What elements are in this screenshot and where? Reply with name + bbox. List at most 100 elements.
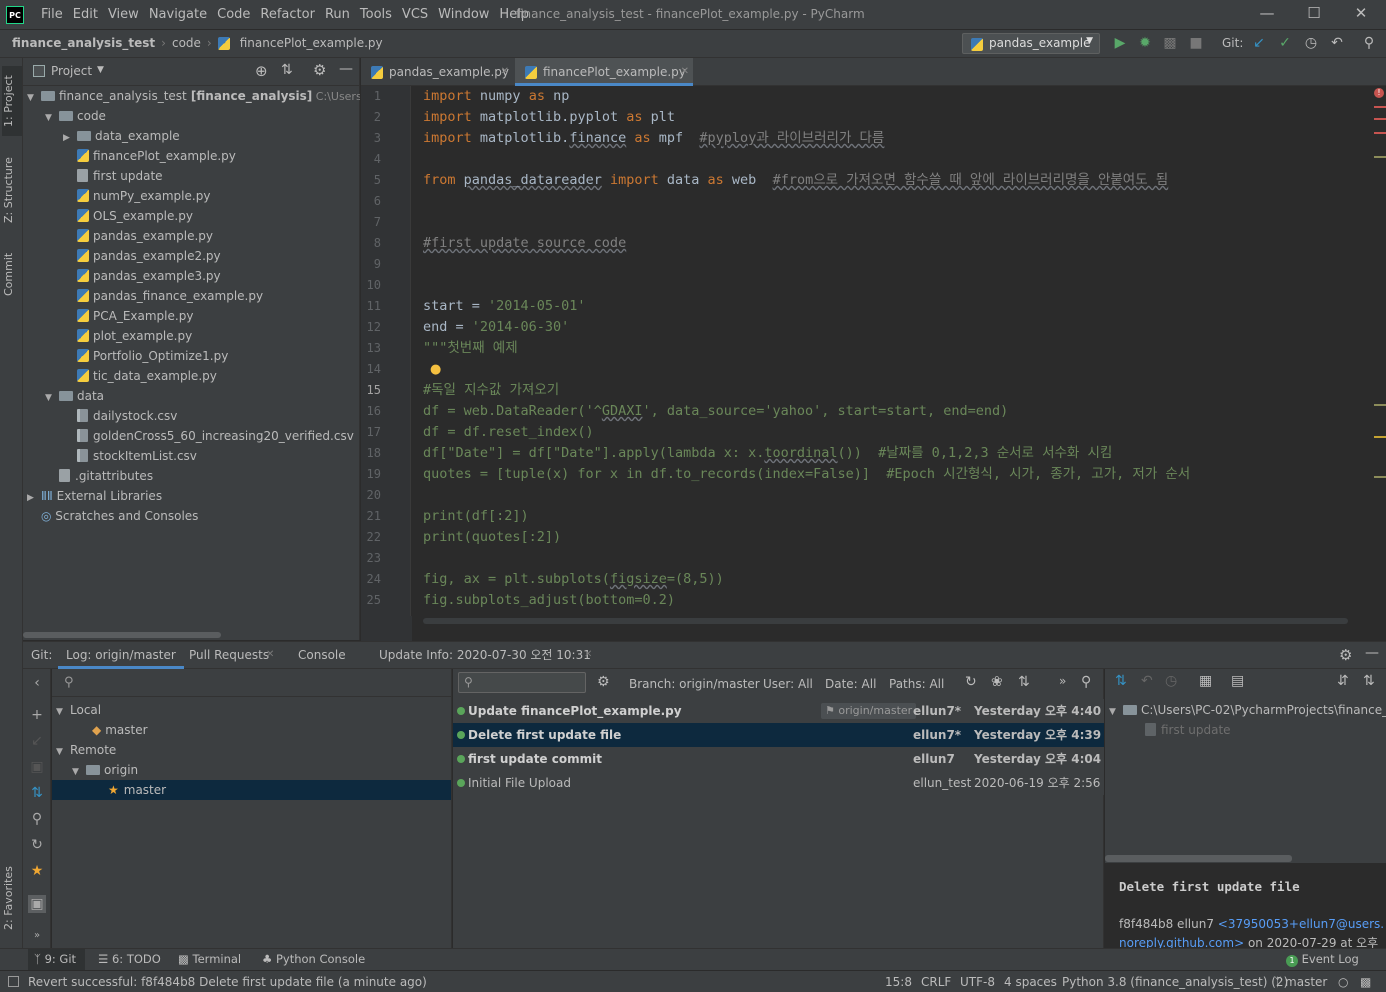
branch-remote-origin[interactable]: ▼ origin [72,760,138,780]
branch-local-master[interactable]: ◆ master [92,720,148,740]
breadcrumb-project[interactable]: finance_analysis_test [12,36,155,50]
error-marker[interactable] [1374,118,1386,120]
file-encoding[interactable]: UTF-8 [960,975,995,989]
warning-marker[interactable] [1374,436,1386,438]
branch-search[interactable]: ⚲ [52,669,451,697]
locate-file-icon[interactable]: ⊕ [255,62,268,80]
expand-all-icon[interactable]: ⇵ [1337,673,1349,689]
hide-panel-icon[interactable]: — [1365,645,1379,661]
editor-horizontal-scrollbar[interactable] [423,618,1348,624]
tab-financeplot-example[interactable]: financePlot_example.py ✕ [515,58,693,86]
tree-item[interactable]: ▼ code [23,106,106,126]
log-search-input[interactable]: ⚲ [458,672,586,693]
commit-row[interactable]: first update commit ellun7 Yesterday 오후 4:… [453,747,1104,771]
more-icon[interactable]: » [1059,674,1066,688]
update-project-icon[interactable]: ↙ [1250,34,1268,52]
rollback-icon[interactable]: ↶ [1328,34,1346,52]
search-icon[interactable]: ⚲ [1360,34,1378,52]
tool-terminal[interactable]: ▩ Terminal [178,952,241,966]
commit-row[interactable]: Initial File Upload ellun_test 2020-06-19 … [453,771,1104,795]
tool-todo[interactable]: ☰ 6: TODO [98,952,161,966]
tab-pandas-example[interactable]: pandas_example.py ✕ [361,58,513,86]
breadcrumb-file[interactable]: financePlot_example.py [240,36,383,50]
error-indicator-icon[interactable]: ! [1374,88,1384,98]
tree-item[interactable]: pandas_example.py [23,226,213,246]
tree-item[interactable]: OLS_example.py [23,206,193,226]
gear-icon[interactable]: ⚙ [313,61,326,79]
close-tab-icon[interactable]: ✕ [681,58,689,86]
error-marker[interactable] [1374,106,1386,108]
revert-icon[interactable]: ↶ [1141,673,1153,689]
menu-navigate[interactable]: Navigate [144,7,212,22]
search-icon[interactable]: ⚲ [1081,674,1091,690]
breadcrumb-folder[interactable]: code [172,36,201,50]
menu-vcs[interactable]: VCS [397,7,433,22]
line-separator[interactable]: CRLF [921,975,951,989]
chevron-left-icon[interactable]: ‹ [28,674,46,692]
tree-item[interactable]: ▼ finance_analysis_test [finance_analysis… [23,86,360,106]
git-branch-widget[interactable]: ᛉ master [1274,975,1327,989]
history-icon[interactable]: ◷ [1302,34,1320,52]
tree-item[interactable]: plot_example.py [23,326,192,346]
warning-marker[interactable] [1374,156,1386,158]
tab-commit[interactable]: Commit [2,244,22,304]
warning-marker[interactable] [1374,404,1386,406]
group-by-icon[interactable]: ▦ [1199,673,1212,689]
minimize-icon[interactable]: — [1252,4,1282,24]
warning-marker[interactable] [1374,476,1386,478]
tree-item[interactable]: ▶ ⅡⅡ External Libraries [23,486,162,506]
menu-edit[interactable]: Edit [68,7,103,22]
tab-update-info[interactable]: Update Info: 2020-07-30 오전 10:31 [371,642,599,669]
tool-git[interactable]: ᛉ 9: Git [34,952,76,966]
toggle-tool-windows-icon[interactable] [8,976,19,987]
commit-row[interactable]: Update financePlot_example.py ⚑ origin/ma… [453,699,1104,723]
star-icon[interactable]: ★ [28,862,46,880]
changed-path[interactable]: ▼ C:\Users\PC-02\PycharmProjects\finance_ [1109,700,1386,720]
tree-item[interactable]: PCA_Example.py [23,306,193,326]
filter-paths[interactable]: Paths: All [889,677,944,691]
delete-icon[interactable]: ▣ [28,758,46,776]
tree-item[interactable]: pandas_finance_example.py [23,286,263,306]
refresh-icon[interactable]: ↻ [965,674,977,690]
memory-indicator-icon[interactable]: ▩ [1360,975,1371,989]
tree-item[interactable]: numPy_example.py [23,186,210,206]
gear-icon[interactable]: ⚙ [1339,646,1352,664]
run-configuration-select[interactable]: pandas_example ▼ [962,33,1100,54]
tree-item[interactable]: pandas_example3.py [23,266,221,286]
filter-branch[interactable]: Branch: origin/master [629,677,760,691]
filter-date[interactable]: Date: All [825,677,876,691]
tree-item[interactable]: financePlot_example.py [23,146,236,166]
tree-item[interactable]: dailystock.csv [23,406,177,426]
tab-pull-requests[interactable]: Pull Requests [181,642,277,669]
tool-python-console[interactable]: ♣ Python Console [262,952,365,966]
refresh-icon[interactable]: ↻ [28,836,46,854]
status-message[interactable]: Revert successful: f8f484b8 Delete first… [28,975,427,989]
search-icon[interactable]: ⚲ [28,810,46,828]
code-editor[interactable]: import numpy as np import matplotlib.pypl… [412,86,1374,616]
stop-icon[interactable]: ■ [1187,34,1205,52]
author-email-link[interactable]: <37950053+ellun7@users. [1218,917,1384,931]
tree-item[interactable]: pandas_example2.py [23,246,221,266]
layout-icon[interactable]: ▤ [1231,673,1244,689]
debug-icon[interactable]: ✹ [1136,34,1154,52]
menu-refactor[interactable]: Refactor [255,7,320,22]
indent-setting[interactable]: 4 spaces [1004,975,1057,989]
coverage-icon[interactable]: ▩ [1161,34,1179,52]
commit-row[interactable]: Delete first update file ellun7* Yesterday… [453,723,1104,747]
lightbulb-icon[interactable]: ● [430,362,441,377]
menu-view[interactable]: View [103,7,144,22]
close-tab-icon[interactable]: ✕ [501,58,509,86]
tree-item[interactable]: ◎ Scratches and Consoles [23,506,198,526]
filter-user[interactable]: User: All [763,677,813,691]
maximize-icon[interactable]: ☐ [1299,4,1329,24]
menu-code[interactable]: Code [212,7,255,22]
python-interpreter[interactable]: Python 3.8 (finance_analysis_test) (2) [1062,975,1288,989]
close-tab-icon[interactable]: ✕ [266,649,274,660]
tree-item[interactable]: ▼ data [23,386,104,406]
menu-tools[interactable]: Tools [355,7,397,22]
menu-window[interactable]: Window [433,7,494,22]
tree-item[interactable]: goldenCross5_60_increasing20_verified.cs… [23,426,354,446]
close-icon[interactable]: ✕ [1346,4,1376,24]
menu-file[interactable]: File [36,7,68,22]
tree-item[interactable]: tic_data_example.py [23,366,217,386]
